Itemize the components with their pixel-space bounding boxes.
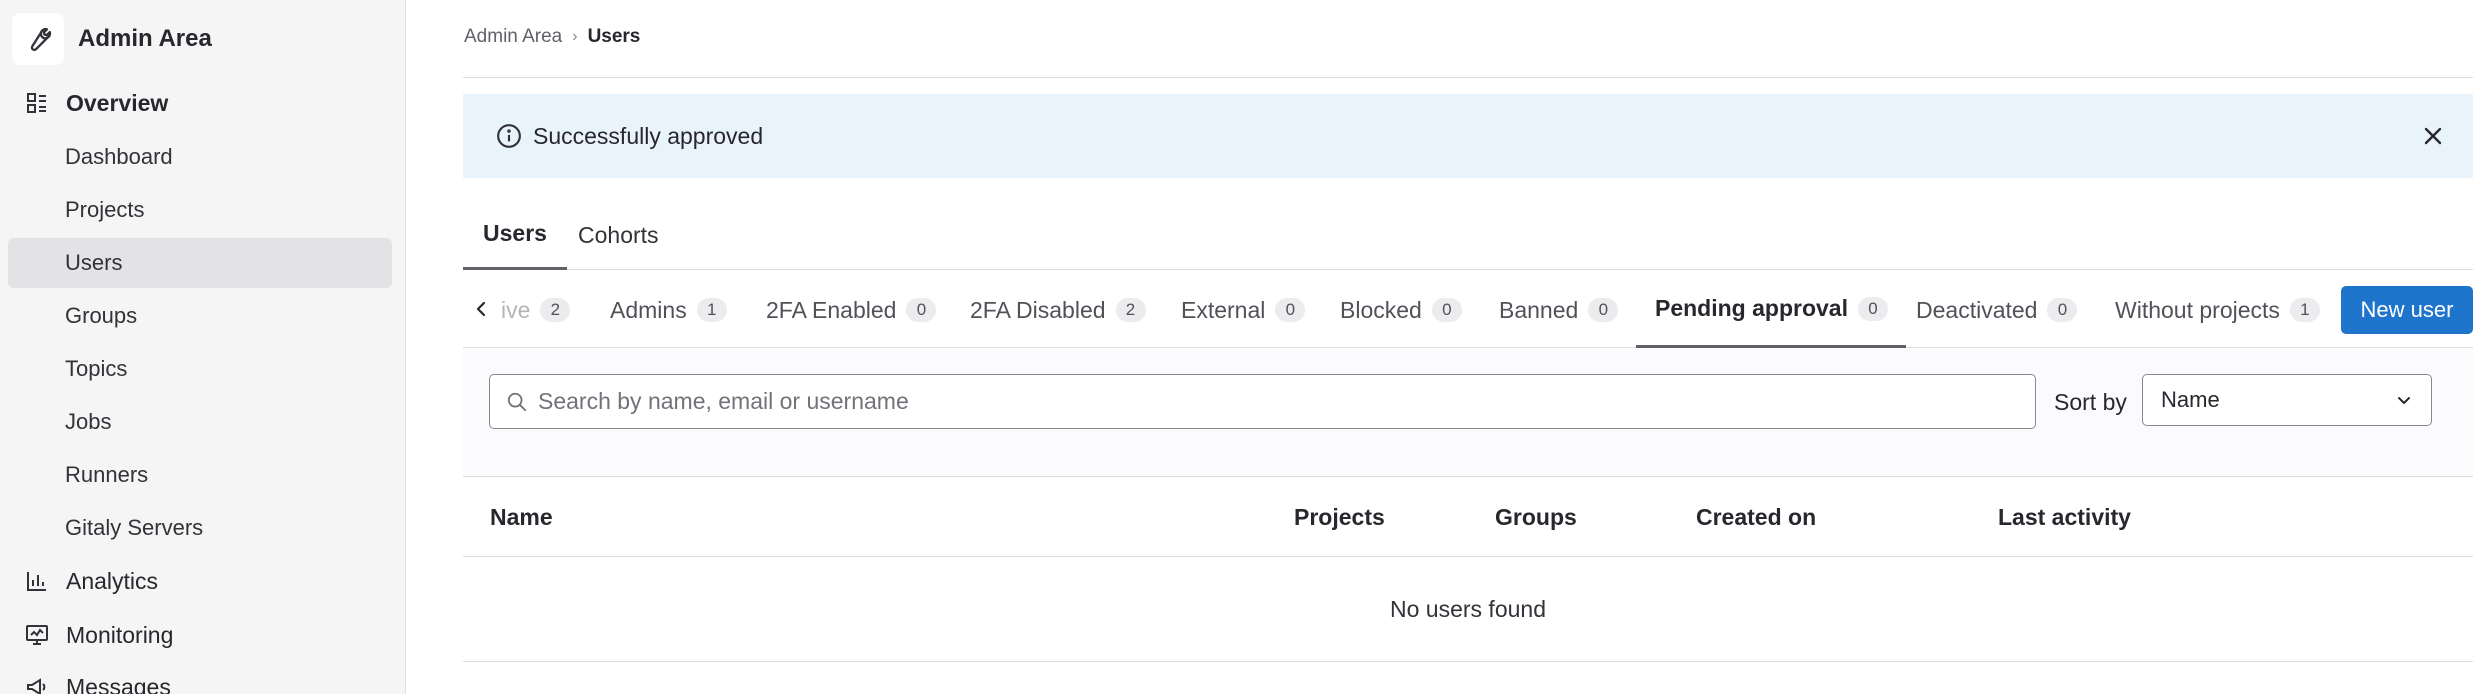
sidebar-item-jobs[interactable]: Jobs (8, 397, 392, 447)
search-input[interactable] (538, 388, 1988, 415)
empty-state-message: No users found (463, 558, 2473, 662)
filter-tab-label: Blocked (1340, 296, 1422, 323)
wrench-icon (12, 13, 64, 65)
sidebar-section-label: Messages (66, 673, 171, 694)
count-badge: 0 (1857, 296, 1888, 321)
sidebar-item-label: Users (65, 250, 123, 275)
sidebar: Admin Area Overview Dashboard Projects U… (0, 0, 406, 694)
chevron-down-icon (2393, 389, 2415, 411)
success-alert: Successfully approved (463, 94, 2473, 178)
search-field[interactable] (489, 374, 2036, 429)
sidebar-section-label: Analytics (66, 567, 159, 594)
chevron-right-icon: › (572, 28, 578, 45)
filter-tab-label: Deactivated (1916, 296, 2038, 323)
sidebar-item-dashboard[interactable]: Dashboard (8, 132, 392, 182)
sidebar-item-label: Jobs (65, 409, 112, 434)
filter-tab-blocked[interactable]: Blocked 0 (1340, 272, 1462, 348)
table-header: Name Projects Groups Created on Last act… (463, 478, 2473, 557)
sort-selected-value: Name (2161, 387, 2220, 412)
page-tabs: Users Cohorts (463, 200, 2473, 270)
column-header-name: Name (490, 504, 553, 530)
filter-tab-label: Admins (610, 296, 687, 323)
filter-tab-admins[interactable]: Admins 1 (610, 272, 727, 348)
sidebar-section-overview[interactable]: Overview (24, 82, 168, 124)
sidebar-section-messages[interactable]: Messages (24, 666, 171, 694)
overview-icon (24, 90, 50, 116)
filter-tab-pending-approval[interactable]: Pending approval 0 (1636, 272, 1906, 348)
tab-cohorts[interactable]: Cohorts (558, 200, 679, 270)
column-header-groups: Groups (1495, 504, 1577, 530)
column-header-created-on: Created on (1696, 504, 1817, 530)
main-content: Admin Area › Users Successfully approved… (463, 0, 2473, 694)
sort-label: Sort by (2054, 389, 2127, 415)
filter-tab-deactivated[interactable]: Deactivated 0 (1916, 272, 2078, 348)
info-icon (495, 122, 523, 150)
user-filter-tabs: ive 2 Admins 1 2FA Enabled 0 2FA Disabled 2 … (463, 272, 2473, 348)
sidebar-item-label: Gitaly Servers (65, 515, 204, 540)
filter-tab-label: Banned (1499, 296, 1579, 323)
count-badge: 0 (2047, 298, 2078, 322)
new-user-button[interactable]: New user (2341, 286, 2473, 334)
sidebar-item-label: Projects (65, 197, 145, 222)
filter-tab-label: 2FA Disabled (970, 296, 1106, 323)
column-header-projects: Projects (1294, 504, 1385, 530)
count-badge: 0 (906, 298, 937, 322)
breadcrumb-root-link[interactable]: Admin Area (464, 26, 562, 48)
count-badge: 0 (1431, 298, 1462, 322)
sidebar-item-gitaly-servers[interactable]: Gitaly Servers (8, 503, 392, 553)
sidebar-item-projects[interactable]: Projects (8, 185, 392, 235)
filter-tab-label: Without projects (2115, 296, 2280, 323)
filter-tab-active[interactable]: ive 2 (501, 272, 571, 348)
filter-tab-2fa-disabled[interactable]: 2FA Disabled 2 (970, 272, 1146, 348)
filter-tab-2fa-enabled[interactable]: 2FA Enabled 0 (766, 272, 937, 348)
count-badge: 0 (1275, 298, 1306, 322)
sidebar-item-label: Groups (65, 303, 138, 328)
search-bar: Sort by Name (463, 349, 2473, 477)
filter-tab-label: External (1181, 296, 1266, 323)
count-badge: 1 (696, 298, 727, 322)
filter-tab-label: 2FA Enabled (766, 296, 897, 323)
sidebar-section-label: Overview (66, 89, 169, 116)
count-badge: 0 (1588, 298, 1619, 322)
chart-icon (24, 568, 50, 594)
sidebar-item-groups[interactable]: Groups (8, 291, 392, 341)
close-icon[interactable] (2419, 122, 2447, 150)
breadcrumb: Admin Area › Users (464, 26, 640, 48)
filter-tab-label: Pending approval (1655, 295, 1848, 321)
sidebar-section-analytics[interactable]: Analytics (24, 560, 158, 602)
tab-users[interactable]: Users (463, 200, 567, 270)
column-header-last-activity: Last activity (1998, 504, 2131, 530)
sidebar-item-label: Runners (65, 462, 149, 487)
count-badge: 2 (540, 298, 571, 322)
sidebar-brand[interactable]: Admin Area (12, 11, 212, 67)
search-icon (504, 389, 530, 415)
tab-label: Cohorts (578, 221, 659, 248)
count-badge: 1 (2289, 298, 2320, 322)
sidebar-item-runners[interactable]: Runners (8, 450, 392, 500)
filter-tab-label: ive (501, 296, 531, 323)
alert-message: Successfully approved (533, 122, 764, 149)
chevron-left-icon[interactable] (469, 296, 495, 322)
monitor-icon (24, 622, 50, 648)
sidebar-section-label: Monitoring (66, 621, 174, 648)
sidebar-item-label: Dashboard (65, 144, 173, 169)
sidebar-item-topics[interactable]: Topics (8, 344, 392, 394)
divider (463, 77, 2473, 78)
sidebar-section-monitoring[interactable]: Monitoring (24, 614, 173, 656)
count-badge: 2 (1115, 298, 1146, 322)
breadcrumb-current[interactable]: Users (588, 26, 641, 48)
sidebar-item-label: Topics (65, 356, 128, 381)
sort-dropdown[interactable]: Name (2142, 374, 2432, 426)
filter-tab-without-projects[interactable]: Without projects 1 (2115, 272, 2320, 348)
filter-tab-external[interactable]: External 0 (1181, 272, 1306, 348)
tab-label: Users (483, 220, 547, 246)
sidebar-item-users[interactable]: Users (8, 238, 392, 288)
megaphone-icon (24, 674, 50, 694)
filter-tab-banned[interactable]: Banned 0 (1499, 272, 1619, 348)
brand-label: Admin Area (78, 25, 212, 52)
